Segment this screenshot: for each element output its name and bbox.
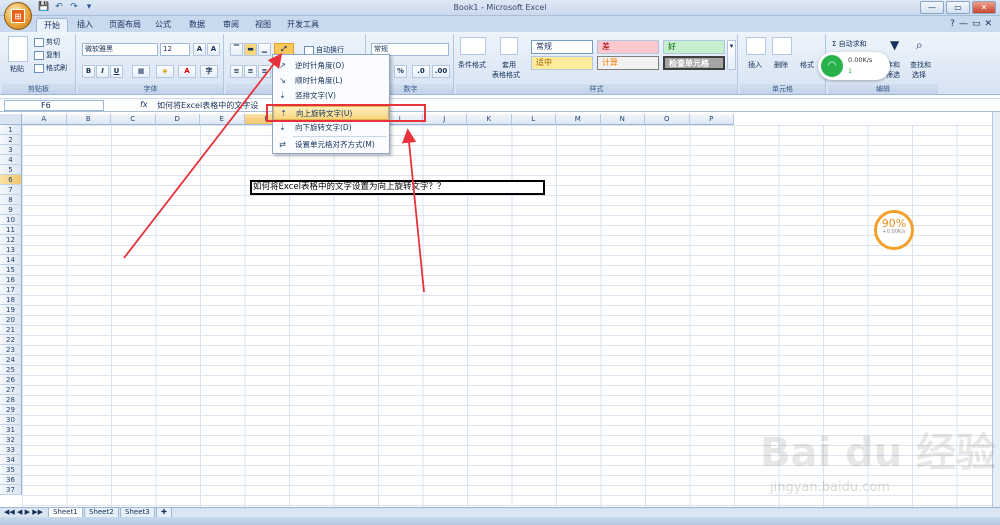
arrow-to-orientation (123, 53, 283, 259)
memory-gauge: 90% +0.00K/s (874, 210, 914, 250)
network-devices: 1 (848, 67, 853, 75)
network-widget: ◠ 0.00K/s 1 (818, 52, 890, 80)
wifi-icon: ◠ (821, 55, 843, 77)
office-logo-icon: ⊞ (11, 9, 25, 23)
watermark-logo: Bai du 经验 (760, 430, 997, 476)
office-button[interactable]: ⊞ (4, 2, 32, 30)
network-speed: 0.00K/s (848, 56, 873, 64)
gauge-percent: 90% (881, 217, 907, 230)
watermark-url: jingyan.baidu.com (770, 480, 890, 495)
arrow-to-menu-item (401, 128, 425, 293)
